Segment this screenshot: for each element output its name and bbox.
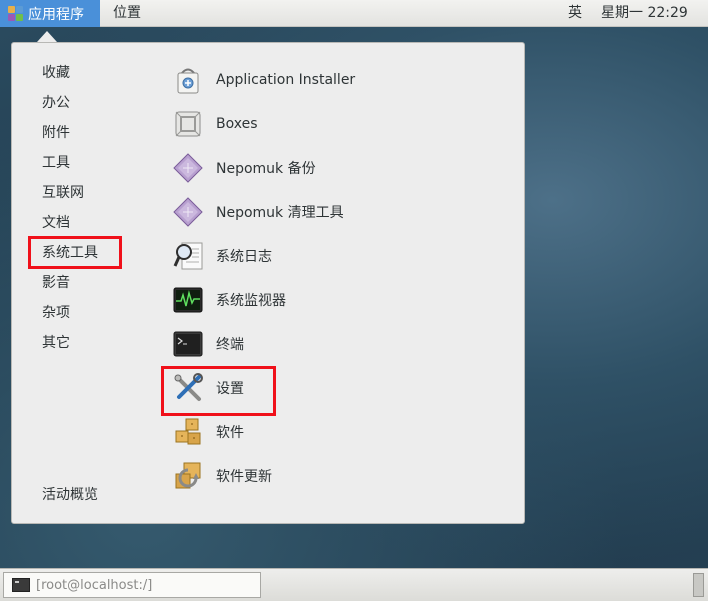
app-label: Application Installer: [216, 72, 356, 88]
category-accessories[interactable]: 附件: [42, 123, 70, 143]
taskbar-window-button[interactable]: [root@localhost:/]: [3, 572, 261, 598]
category-internet[interactable]: 互联网: [42, 183, 84, 203]
app-label: 终端: [216, 337, 244, 353]
workspace-switcher[interactable]: [693, 573, 704, 597]
app-system-monitor[interactable]: 系统监视器: [172, 282, 286, 318]
category-utilities[interactable]: 工具: [42, 153, 70, 173]
terminal-icon: [172, 328, 204, 360]
applications-menu-button[interactable]: 应用程序: [0, 0, 100, 27]
boxes-icon: [172, 108, 204, 140]
app-boxes[interactable]: Boxes: [172, 106, 258, 142]
clock[interactable]: 星期一 22:29: [601, 0, 688, 27]
taskbar-window-label: [root@localhost:/]: [36, 577, 153, 593]
app-label: 系统日志: [216, 249, 272, 265]
applications-menu-label: 应用程序: [28, 6, 84, 23]
nepomuk-backup-icon: [172, 152, 204, 184]
application-installer-icon: [172, 64, 204, 96]
activities-overview-link[interactable]: 活动概览: [42, 485, 98, 505]
menu-pointer-arrow: [37, 31, 57, 42]
app-label: 软件: [216, 425, 244, 441]
app-terminal[interactable]: 终端: [172, 326, 244, 362]
app-software-update[interactable]: 软件更新: [172, 458, 272, 494]
software-update-icon: [172, 460, 204, 492]
category-system-tools[interactable]: 系统工具: [42, 243, 98, 263]
gnome-foot-icon: [8, 5, 24, 22]
app-application-installer[interactable]: Application Installer: [172, 62, 355, 98]
settings-icon: [172, 372, 204, 404]
app-label: 软件更新: [216, 469, 272, 485]
app-nepomuk-cleaner[interactable]: Nepomuk 清理工具: [172, 194, 344, 230]
category-favorites[interactable]: 收藏: [42, 63, 70, 83]
app-nepomuk-backup[interactable]: Nepomuk 备份: [172, 150, 316, 186]
system-monitor-icon: [172, 284, 204, 316]
category-office[interactable]: 办公: [42, 93, 70, 113]
category-documents[interactable]: 文档: [42, 213, 70, 233]
app-label: Nepomuk 清理工具: [216, 205, 344, 221]
software-icon: [172, 416, 204, 448]
app-system-log[interactable]: 系统日志: [172, 238, 272, 274]
app-software[interactable]: 软件: [172, 414, 244, 450]
category-sound-video[interactable]: 影音: [42, 273, 70, 293]
category-other[interactable]: 其它: [42, 333, 70, 353]
app-settings[interactable]: 设置: [172, 370, 244, 406]
app-label: Nepomuk 备份: [216, 161, 316, 177]
app-label: 系统监视器: [216, 293, 286, 309]
terminal-window-icon: [12, 578, 30, 592]
category-sundry[interactable]: 杂项: [42, 303, 70, 323]
nepomuk-cleaner-icon: [172, 196, 204, 228]
app-label: 设置: [216, 381, 244, 397]
bottom-taskbar: [root@localhost:/]: [0, 568, 708, 601]
system-log-icon: [172, 240, 204, 272]
input-method-indicator[interactable]: 英: [568, 0, 582, 27]
places-menu-button[interactable]: 位置: [113, 0, 141, 27]
app-label: Boxes: [216, 116, 258, 132]
top-bar: 应用程序 位置 英 星期一 22:29: [0, 0, 708, 27]
